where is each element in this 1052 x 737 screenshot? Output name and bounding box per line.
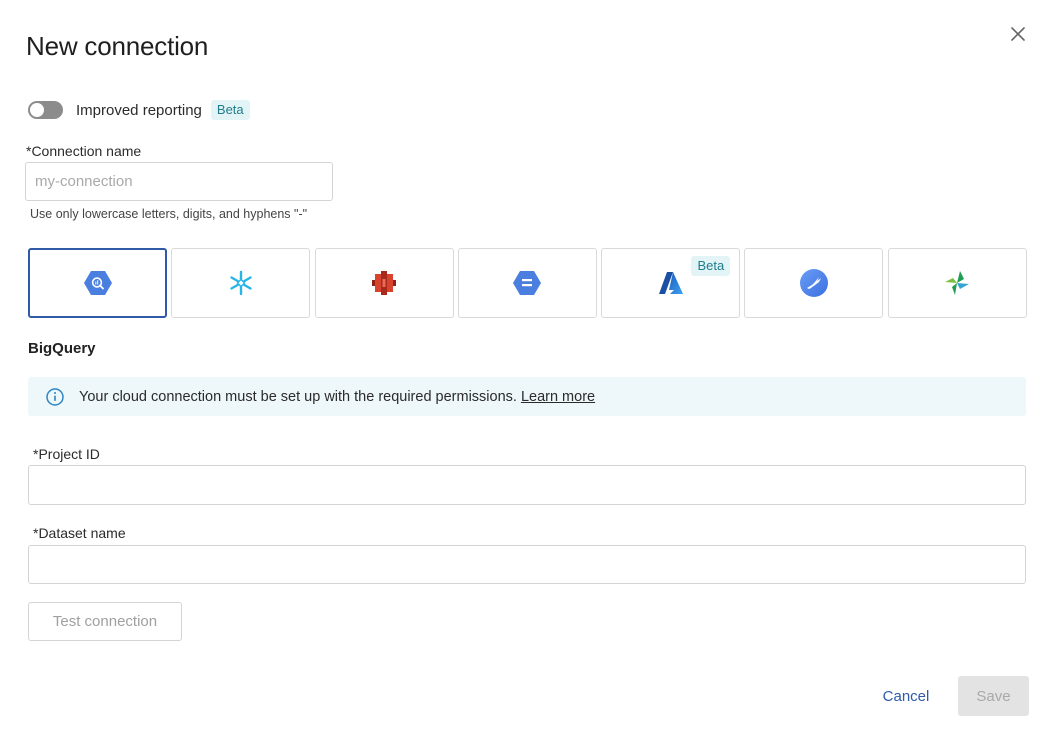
- azure-beta-badge: Beta: [691, 256, 731, 276]
- connection-name-input[interactable]: [25, 162, 333, 201]
- project-id-input[interactable]: [28, 465, 1026, 505]
- provider-selector: Beta: [28, 248, 1027, 318]
- test-connection-button[interactable]: Test connection: [28, 602, 182, 641]
- save-button[interactable]: Save: [958, 676, 1029, 716]
- azure-icon: [658, 272, 683, 294]
- info-banner-text: Your cloud connection must be set up wit…: [79, 388, 517, 405]
- provider-azure[interactable]: Beta: [601, 248, 741, 318]
- dialog-title: New connection: [26, 31, 209, 61]
- provider-snowflake[interactable]: [171, 248, 311, 318]
- project-id-label: *Project ID: [33, 446, 100, 462]
- redshift-icon: [372, 271, 397, 295]
- provider-circle-logo[interactable]: [744, 248, 884, 318]
- improved-reporting-toggle[interactable]: [28, 101, 63, 119]
- permissions-info-banner: Your cloud connection must be set up wit…: [28, 377, 1026, 416]
- dataset-name-label: *Dataset name: [33, 525, 126, 541]
- cancel-button[interactable]: Cancel: [870, 676, 942, 716]
- provider-cloud-sql[interactable]: [457, 248, 597, 318]
- improved-reporting-label: Improved reporting: [76, 101, 202, 119]
- circle-logo-icon: [799, 269, 828, 297]
- provider-bigquery[interactable]: [28, 248, 167, 318]
- connection-name-hint: Use only lowercase letters, digits, and …: [30, 207, 308, 221]
- provider-star-logo[interactable]: [887, 248, 1027, 318]
- toggle-knob: [30, 103, 44, 117]
- close-icon[interactable]: [1006, 22, 1030, 46]
- cloud-sql-icon: [513, 271, 542, 295]
- beta-badge: Beta: [210, 100, 250, 120]
- provider-redshift[interactable]: [314, 248, 454, 318]
- connection-name-label: *Connection name: [26, 143, 142, 159]
- bigquery-icon: [83, 271, 112, 295]
- improved-reporting-row: Improved reporting Beta: [28, 99, 250, 121]
- new-connection-dialog: New connection Improved reporting Beta *…: [0, 0, 1052, 737]
- snowflake-icon: [230, 270, 252, 296]
- star-logo-icon: [945, 271, 970, 295]
- learn-more-link[interactable]: Learn more: [521, 389, 595, 405]
- dataset-name-input[interactable]: [28, 545, 1026, 584]
- selected-provider-name: BigQuery: [28, 340, 96, 357]
- info-icon: [46, 387, 64, 406]
